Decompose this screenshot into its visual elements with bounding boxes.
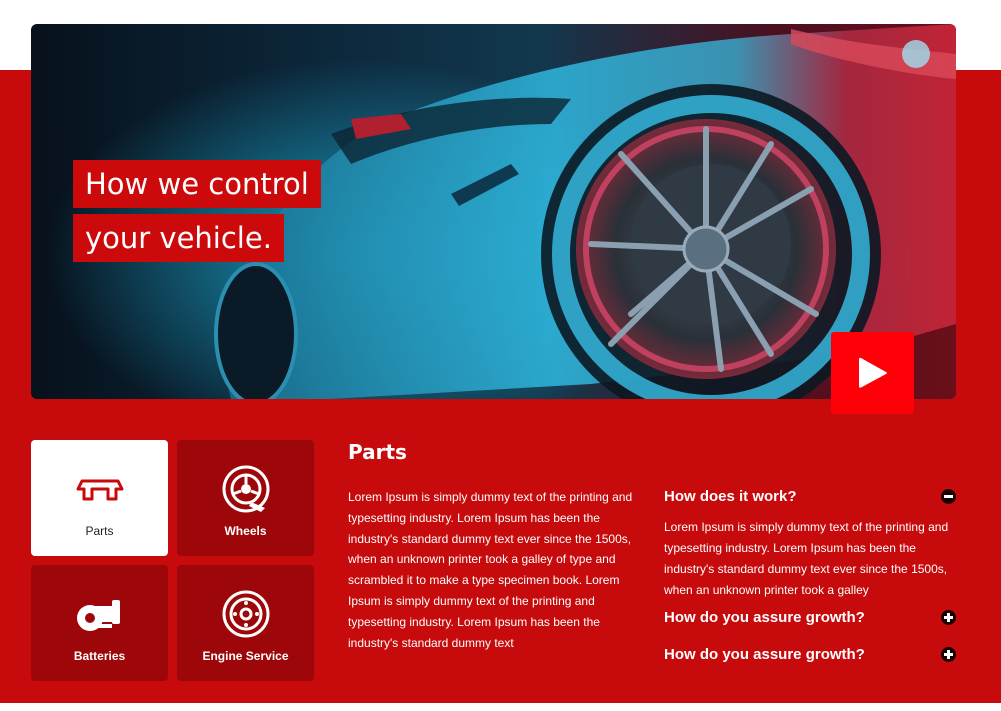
- service-tile-parts[interactable]: Parts: [31, 440, 168, 556]
- play-video-button[interactable]: [831, 332, 914, 414]
- faq-item: How do you assure growth?: [664, 646, 956, 663]
- faq-answer: Lorem Ipsum is simply dummy text of the …: [664, 520, 949, 597]
- faq-question-text: How does it work?: [664, 488, 797, 505]
- service-tile-label: Engine Service: [202, 649, 289, 663]
- play-icon: [858, 357, 887, 388]
- minus-circle-icon[interactable]: [941, 489, 956, 504]
- brake-disc-icon: [221, 589, 271, 639]
- faq-question-text: How do you assure growth?: [664, 609, 865, 626]
- service-tile-batteries[interactable]: Batteries: [31, 565, 168, 681]
- faq-question[interactable]: How do you assure growth?: [664, 609, 956, 626]
- service-tile-wheels[interactable]: Wheels: [177, 440, 314, 556]
- faq-question[interactable]: How do you assure growth?: [664, 646, 956, 663]
- service-tile-engine-service[interactable]: Engine Service: [177, 565, 314, 681]
- hero-title-line-2: your vehicle.: [73, 214, 284, 262]
- wheel-icon: [221, 464, 271, 514]
- faq-item: How does it work? Lorem Ipsum is simply …: [664, 488, 956, 601]
- battery-icon: [74, 589, 126, 639]
- service-tile-label: Batteries: [73, 649, 126, 663]
- hero-title: How we control your vehicle.: [73, 160, 321, 268]
- service-tile-label: Wheels: [224, 524, 267, 538]
- section-body: Lorem Ipsum is simply dummy text of the …: [348, 490, 633, 650]
- section-title: Parts: [348, 440, 407, 464]
- faq-question[interactable]: How does it work?: [664, 488, 956, 505]
- faq-question-text: How do you assure growth?: [664, 646, 865, 663]
- plus-circle-icon[interactable]: [941, 610, 956, 625]
- faq-item: How do you assure growth?: [664, 609, 956, 626]
- car-part-icon: [76, 464, 124, 514]
- hero-banner: How we control your vehicle.: [31, 24, 956, 399]
- plus-circle-icon[interactable]: [941, 647, 956, 662]
- hero-title-line-1: How we control: [73, 160, 321, 208]
- bottom-white-strip: [0, 703, 1001, 711]
- service-tile-label: Parts: [85, 524, 114, 538]
